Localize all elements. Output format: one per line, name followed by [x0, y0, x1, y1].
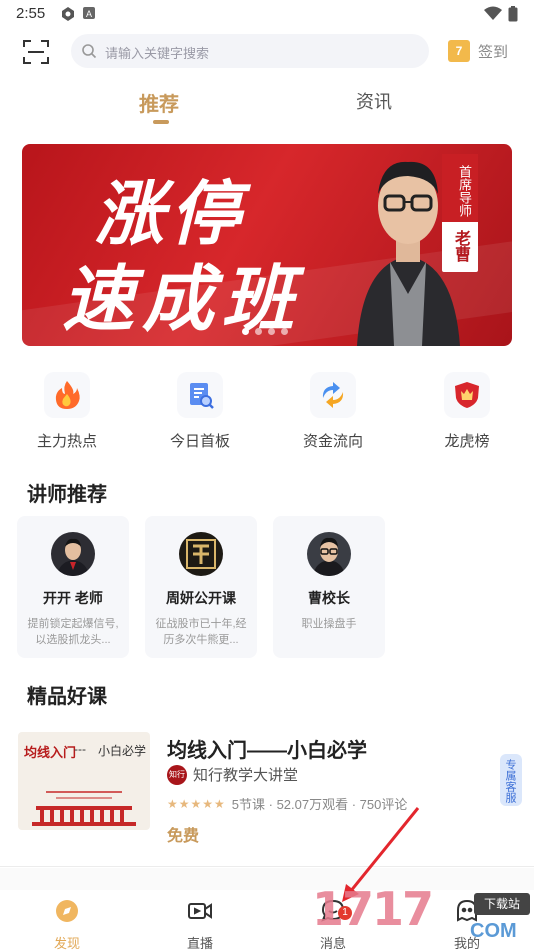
course-title[interactable]: 均线入门——小白必学: [167, 734, 367, 763]
teacher-desc: 征战股市已十年,经历多次牛熊更...: [155, 618, 247, 646]
flame-icon: [44, 372, 90, 418]
status-right-icons: [484, 6, 518, 22]
quick-entry-fund-flow[interactable]: 资金流向: [283, 372, 383, 451]
wifi-icon: [484, 6, 502, 20]
dragon-shield-icon: [444, 372, 490, 418]
author-logo: 知行: [167, 764, 187, 785]
document-search-icon: [177, 372, 223, 418]
tab-news[interactable]: 资讯: [356, 88, 392, 114]
tab-active-indicator: [153, 120, 169, 124]
section-title-courses: 精品好课: [27, 686, 107, 708]
teacher-name: 曹校长: [308, 590, 350, 606]
teacher-card[interactable]: 周妍公开课 征战股市已十年,经历多次牛熊更...: [145, 516, 257, 658]
watermark-tag: 下载站: [474, 893, 530, 915]
course-price: 免费: [167, 828, 200, 845]
thumb-text-dash: ---: [74, 742, 86, 756]
checkin-day: 7: [455, 44, 463, 58]
teacher-avatar: [51, 532, 95, 576]
search-input[interactable]: 请输入关键字搜索: [71, 34, 429, 68]
course-thumbnail[interactable]: 均线入门 --- 小白必学: [18, 732, 150, 830]
teacher-card[interactable]: 开开 老师 提前锁定起爆信号,以选股抓龙头...: [17, 516, 129, 658]
banner-dot[interactable]: [242, 328, 249, 335]
nav-discover[interactable]: 发现: [32, 898, 102, 950]
thumb-text-left: 均线入门: [24, 746, 77, 761]
status-left-icons: A: [60, 6, 96, 22]
thumb-text-right: 小白必学: [98, 744, 147, 758]
compass-icon: [56, 900, 78, 922]
course-meta: 5节课 · 52.07万观看 · 750评论: [231, 797, 408, 812]
watermark-suffix: COM: [470, 920, 517, 942]
bottom-nav-divider: [0, 866, 534, 867]
rating-stars-icon: ★★★★★: [167, 796, 226, 811]
battery-icon: [508, 6, 518, 22]
banner-dot[interactable]: [255, 328, 262, 335]
quick-entry-first-board[interactable]: 今日首板: [150, 372, 250, 451]
tab-recommend[interactable]: 推荐: [139, 88, 179, 117]
checkin-button[interactable]: 7 签到: [448, 40, 508, 62]
customer-service-button[interactable]: 专属客服: [500, 754, 522, 806]
quick-entry-hot[interactable]: 主力热点: [17, 372, 117, 451]
quick-entry-label: 资金流向: [302, 433, 363, 450]
banner-dot[interactable]: [281, 328, 288, 335]
quick-entry-label: 主力热点: [36, 433, 97, 450]
nav-label: 发现: [53, 936, 80, 950]
search-icon: [82, 44, 97, 59]
banner-pagination: [242, 328, 288, 335]
nav-live[interactable]: 直播: [165, 898, 235, 950]
a-letter-icon: A: [83, 7, 95, 19]
teacher-card[interactable]: 曹校长 职业操盘手: [273, 516, 385, 658]
status-bar: 2:55 A: [0, 0, 534, 28]
search-placeholder: 请输入关键字搜索: [105, 46, 210, 61]
teacher-avatar: [307, 532, 351, 576]
course-meta-row: ★★★★★ 5节课 · 52.07万观看 · 750评论: [167, 794, 407, 813]
course-author[interactable]: 知行 知行教学大讲堂: [167, 764, 298, 785]
building-illustration: [32, 791, 136, 826]
badge-bottom-text: 老曹: [452, 230, 469, 262]
app-notification-icon: [62, 7, 74, 21]
banner-badge: 首席导师 老曹: [442, 154, 478, 272]
teacher-desc: 提前锁定起爆信号,以选股抓龙头...: [27, 618, 119, 646]
quick-entry-label: 龙虎榜: [444, 433, 490, 450]
checkin-label: 签到: [478, 43, 509, 61]
teacher-desc: 职业操盘手: [301, 618, 357, 630]
calendar-icon: 7: [448, 40, 470, 62]
quick-entry-dragon-tiger[interactable]: 龙虎榜: [417, 372, 517, 451]
nav-label: 直播: [186, 936, 213, 950]
banner-dot[interactable]: [268, 328, 275, 335]
video-icon: [188, 903, 212, 919]
status-time: 2:55: [16, 5, 46, 22]
scan-icon: [23, 40, 49, 64]
svg-text:A: A: [86, 9, 92, 19]
teacher-avatar: [179, 532, 223, 576]
badge-top-text: 首席导师: [442, 154, 478, 222]
watermark-logo: 1717: [312, 882, 434, 936]
quick-entry-label: 今日首板: [169, 433, 230, 450]
promo-banner[interactable]: 涨停 速成班 首席导师 老曹: [22, 144, 512, 346]
flow-arrows-icon: [310, 372, 356, 418]
section-title-teachers: 讲师推荐: [27, 484, 107, 506]
teacher-name: 周妍公开课: [166, 590, 236, 606]
content-footer-gap: [0, 868, 534, 890]
author-name: 知行教学大讲堂: [193, 767, 299, 784]
teacher-name: 开开 老师: [43, 590, 103, 606]
scan-button[interactable]: [22, 38, 50, 66]
